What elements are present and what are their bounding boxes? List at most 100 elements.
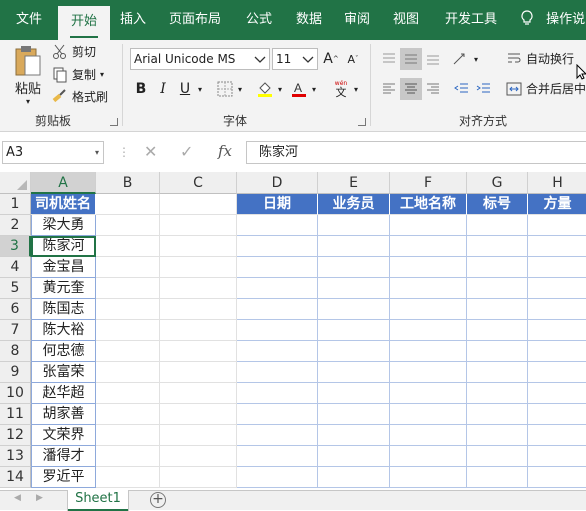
driver-name-cell[interactable]: 何忠德	[31, 341, 96, 362]
column-header-e[interactable]: E	[318, 172, 390, 194]
cell-h9[interactable]	[528, 362, 586, 383]
cell-f14[interactable]	[390, 467, 467, 488]
row-header-12[interactable]: 12	[0, 425, 31, 446]
cell-c11[interactable]	[160, 404, 237, 425]
tab-file[interactable]: 文件	[0, 0, 58, 40]
driver-name-cell[interactable]: 梁大勇	[31, 215, 96, 236]
scroll-left-icon[interactable]: ◀	[14, 493, 21, 503]
cell-b6[interactable]	[96, 299, 160, 320]
cell-d13[interactable]	[237, 446, 318, 467]
orientation-dropdown-icon[interactable]: ▾	[470, 48, 482, 70]
cell-h10[interactable]	[528, 383, 586, 404]
cell-c9[interactable]	[160, 362, 237, 383]
column-header-b[interactable]: B	[96, 172, 160, 194]
cell-d3[interactable]	[237, 236, 318, 257]
cell-d7[interactable]	[237, 320, 318, 341]
cell-c1[interactable]	[160, 194, 237, 215]
tab-formulas[interactable]: 公式	[236, 0, 282, 40]
driver-name-cell[interactable]: 赵华超	[31, 383, 96, 404]
cell-c7[interactable]	[160, 320, 237, 341]
tab-review[interactable]: 审阅	[334, 0, 380, 40]
border-button[interactable]	[214, 78, 236, 100]
font-name-combo[interactable]: Arial Unicode MS	[130, 48, 270, 70]
bold-button[interactable]: B	[130, 78, 152, 100]
row-header-8[interactable]: 8	[0, 341, 31, 362]
cell-e7[interactable]	[318, 320, 390, 341]
tab-data[interactable]: 数据	[286, 0, 332, 40]
header-cell[interactable]: 工地名称	[390, 194, 467, 215]
row-header-5[interactable]: 5	[0, 278, 31, 299]
underline-button[interactable]: U	[174, 78, 196, 100]
tab-page-layout[interactable]: 页面布局	[160, 0, 230, 40]
cell-e13[interactable]	[318, 446, 390, 467]
cell-h12[interactable]	[528, 425, 586, 446]
row-header-4[interactable]: 4	[0, 257, 31, 278]
cell-c13[interactable]	[160, 446, 237, 467]
cell-c2[interactable]	[160, 215, 237, 236]
cell-f7[interactable]	[390, 320, 467, 341]
driver-name-cell[interactable]: 文荣界	[31, 425, 96, 446]
orientation-icon[interactable]	[450, 48, 472, 70]
cell-d4[interactable]	[237, 257, 318, 278]
tell-me-button[interactable]: 操作说明	[520, 0, 586, 40]
cell-c12[interactable]	[160, 425, 237, 446]
column-header-c[interactable]: C	[160, 172, 237, 194]
clipboard-launcher[interactable]	[110, 118, 118, 126]
column-header-a[interactable]: A	[31, 172, 96, 194]
cell-g2[interactable]	[467, 215, 528, 236]
select-all-corner[interactable]	[0, 172, 31, 194]
header-cell-driver-name[interactable]: 司机姓名	[31, 194, 96, 215]
cell-b14[interactable]	[96, 467, 160, 488]
cell-h4[interactable]	[528, 257, 586, 278]
cell-h14[interactable]	[528, 467, 586, 488]
worksheet-grid[interactable]: ABCDEFGH 1 2 3 4 5 6 7 8 9 10 11 12 13 14 司机姓名 日期 业务员 工地…	[0, 172, 586, 490]
cell-b5[interactable]	[96, 278, 160, 299]
phonetic-dropdown-icon[interactable]: ▾	[350, 78, 362, 100]
cell-d6[interactable]	[237, 299, 318, 320]
paste-button[interactable]: 粘贴 ▾	[8, 44, 48, 106]
cell-b3[interactable]	[96, 236, 160, 257]
row-header-2[interactable]: 2	[0, 215, 31, 236]
copy-dropdown-icon[interactable]: ▾	[100, 70, 104, 79]
decrease-font-size-icon[interactable]: Aˇ	[342, 48, 364, 70]
header-cell[interactable]: 日期	[237, 194, 318, 215]
cell-d2[interactable]	[237, 215, 318, 236]
cell-h13[interactable]	[528, 446, 586, 467]
cell-d9[interactable]	[237, 362, 318, 383]
cell-b1[interactable]	[96, 194, 160, 215]
cell-h8[interactable]	[528, 341, 586, 362]
increase-indent-icon[interactable]	[472, 78, 494, 100]
tab-developer[interactable]: 开发工具	[438, 0, 504, 40]
cell-g5[interactable]	[467, 278, 528, 299]
cell-e11[interactable]	[318, 404, 390, 425]
driver-name-cell[interactable]: 陈国志	[31, 299, 96, 320]
cell-d14[interactable]	[237, 467, 318, 488]
cancel-icon[interactable]: ✕	[144, 142, 157, 161]
cell-e4[interactable]	[318, 257, 390, 278]
cell-d8[interactable]	[237, 341, 318, 362]
driver-name-cell[interactable]: 胡家善	[31, 404, 96, 425]
italic-button[interactable]: I	[152, 78, 174, 100]
formula-input[interactable]: 陈家河	[246, 141, 586, 164]
cell-h6[interactable]	[528, 299, 586, 320]
cell-b13[interactable]	[96, 446, 160, 467]
cell-f12[interactable]	[390, 425, 467, 446]
cell-b4[interactable]	[96, 257, 160, 278]
cell-f10[interactable]	[390, 383, 467, 404]
cell-b10[interactable]	[96, 383, 160, 404]
cell-f6[interactable]	[390, 299, 467, 320]
cell-g10[interactable]	[467, 383, 528, 404]
cell-e3[interactable]	[318, 236, 390, 257]
font-color-dropdown-icon[interactable]: ▾	[308, 78, 320, 100]
cell-e2[interactable]	[318, 215, 390, 236]
tab-home[interactable]: 开始	[58, 6, 110, 40]
cell-b2[interactable]	[96, 215, 160, 236]
copy-button[interactable]: 复制 ▾	[52, 66, 104, 83]
font-color-button[interactable]: A	[288, 78, 310, 100]
driver-name-cell[interactable]: 金宝昌	[31, 257, 96, 278]
cell-h2[interactable]	[528, 215, 586, 236]
header-cell[interactable]: 方量	[528, 194, 586, 215]
driver-name-cell[interactable]: 黄元奎	[31, 278, 96, 299]
cell-c6[interactable]	[160, 299, 237, 320]
cell-f11[interactable]	[390, 404, 467, 425]
